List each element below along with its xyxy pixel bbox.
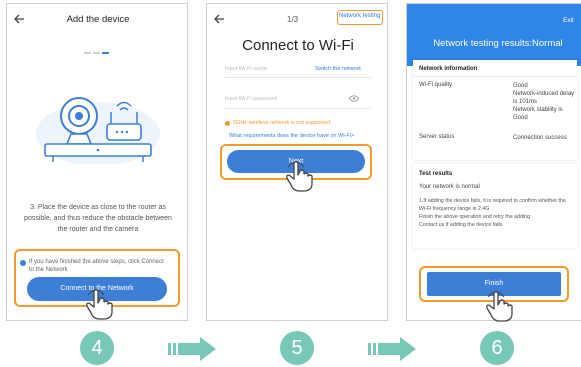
advice-text: 1.If adding the device fails, it is requ… bbox=[419, 198, 566, 228]
network-info-heading: Network information bbox=[419, 66, 478, 72]
results-title: Network testing results:Normal bbox=[433, 38, 563, 49]
right-arrow-icon bbox=[368, 337, 416, 361]
switch-network-link[interactable]: Switch the network bbox=[315, 66, 361, 72]
back-arrow-icon[interactable] bbox=[213, 14, 225, 24]
page-title: Add the device bbox=[66, 14, 130, 25]
screen-network-test-results: Exit Network testing results:Normal Netw… bbox=[406, 3, 581, 321]
screen-add-device: Add the device 3. Place the device as cl… bbox=[6, 3, 188, 321]
divider bbox=[413, 76, 577, 77]
eye-icon[interactable] bbox=[349, 95, 359, 102]
checkbox-checked-icon[interactable] bbox=[20, 260, 26, 266]
warning-text: 5GHz wireless network is not supported bbox=[233, 120, 330, 126]
requirements-link[interactable]: What requirements does the device have o… bbox=[229, 133, 354, 139]
wifi-name-input[interactable]: Input Wi-Fi name bbox=[225, 66, 267, 72]
step-number-4: 4 bbox=[80, 331, 114, 365]
progress-dot bbox=[84, 52, 91, 54]
progress-dot-active bbox=[102, 52, 109, 54]
wifi-quality-value: Good Network-induced delay is 101ms Netw… bbox=[513, 83, 575, 121]
right-arrow-icon bbox=[168, 337, 216, 361]
exit-button[interactable]: Exit bbox=[563, 17, 574, 24]
hand-pointer-icon bbox=[86, 288, 113, 320]
divider bbox=[225, 108, 371, 109]
server-status-label: Server status bbox=[419, 134, 455, 140]
page-indicator: 1/3 bbox=[287, 15, 299, 24]
wifi-password-input[interactable]: Input Wi-Fi password bbox=[225, 96, 277, 102]
header-banner bbox=[407, 4, 581, 66]
step-number-5: 5 bbox=[280, 331, 314, 365]
step-number-6: 6 bbox=[480, 331, 514, 365]
wifi-quality-label: Wi-Fi quality bbox=[419, 82, 453, 88]
network-normal-text: Your network is normal bbox=[419, 184, 480, 190]
hand-pointer-icon bbox=[486, 290, 513, 322]
camera-router-illustration bbox=[36, 97, 160, 164]
instruction-text: 3. Place the device as close to the rout… bbox=[24, 204, 172, 233]
checkbox-label: If you have finished the above steps, cl… bbox=[29, 259, 164, 273]
progress-dot bbox=[93, 52, 100, 54]
hand-pointer-icon bbox=[286, 160, 313, 192]
server-status-value: Connection success bbox=[513, 135, 567, 141]
network-testing-link[interactable]: Network testing bbox=[339, 13, 380, 19]
page-title: Connect to Wi-Fi bbox=[242, 37, 354, 54]
divider bbox=[225, 77, 371, 78]
test-results-heading: Test results bbox=[419, 171, 453, 177]
warning-icon bbox=[225, 121, 230, 126]
